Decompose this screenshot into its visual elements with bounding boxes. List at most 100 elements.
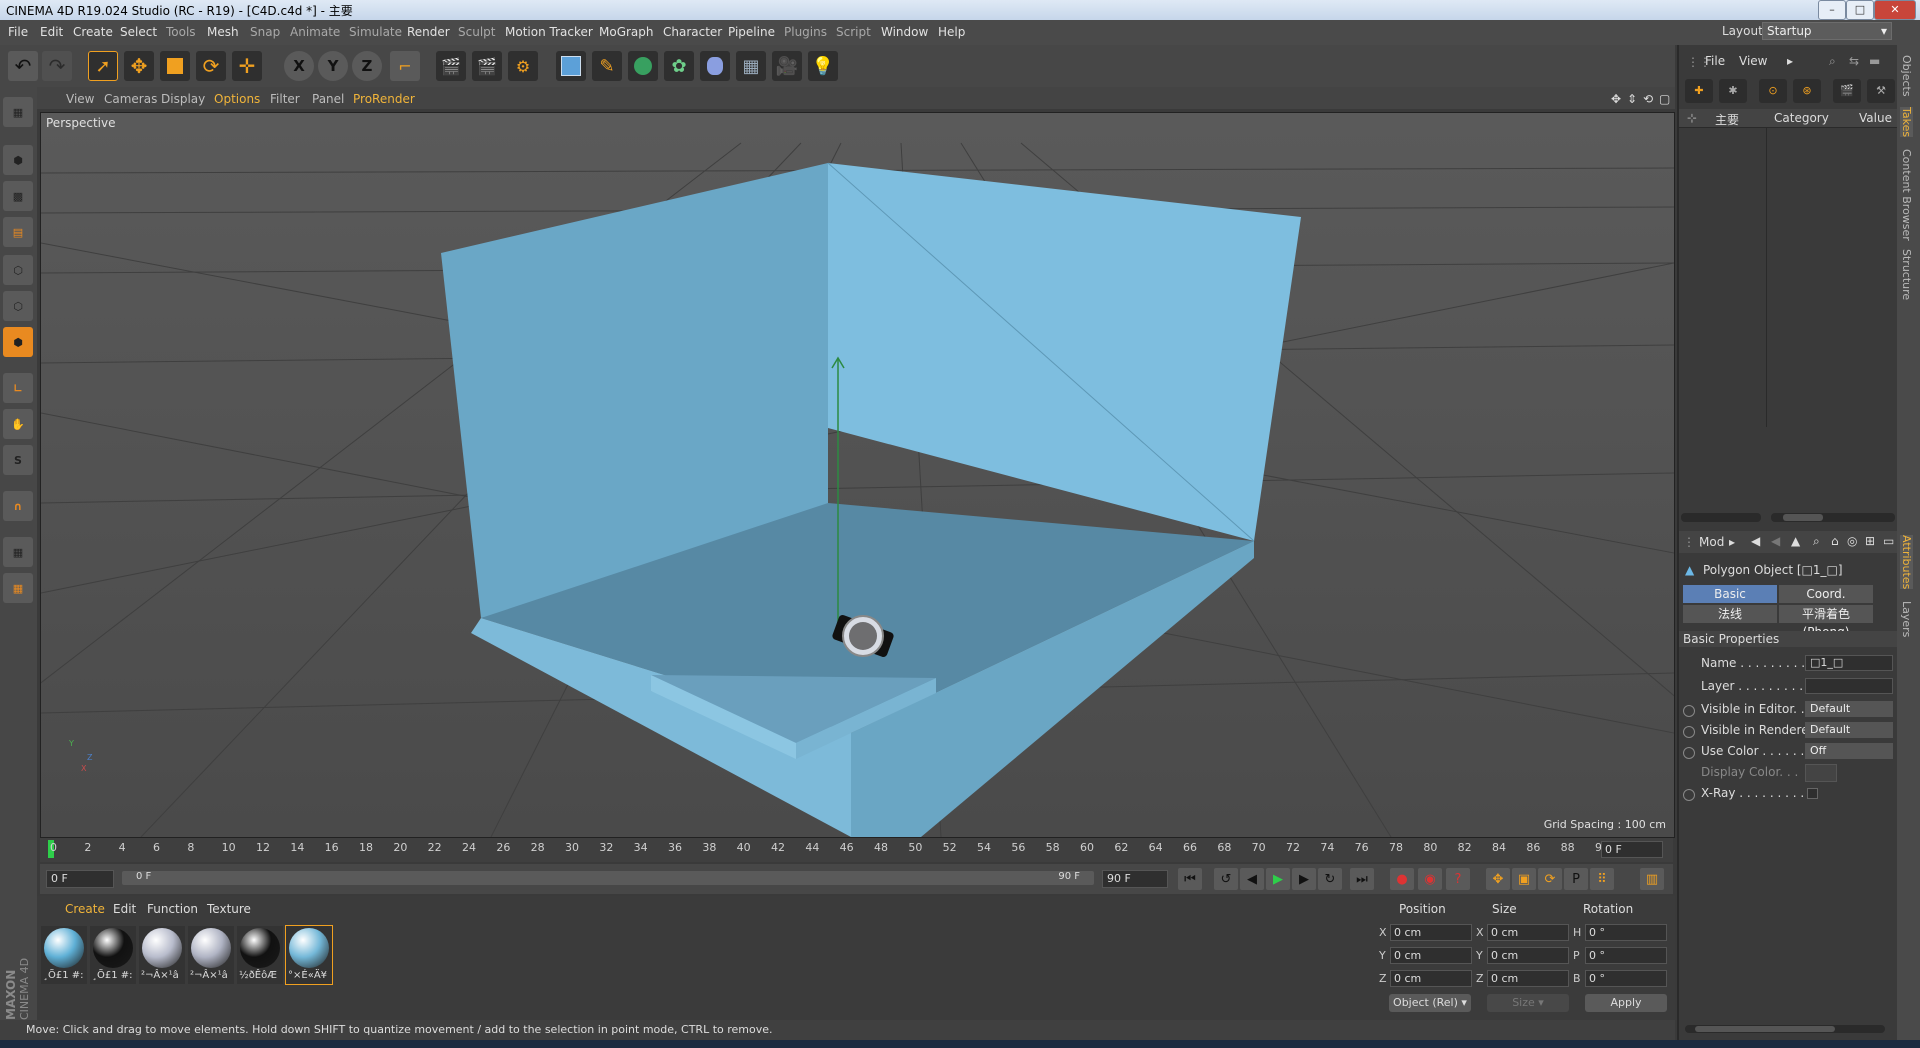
attributes-mode-menu[interactable]: Mod [1699, 535, 1724, 549]
x-axis-lock-button[interactable]: X [284, 51, 314, 81]
x-ray-checkbox[interactable] [1807, 788, 1818, 799]
search-icon[interactable]: ⌕ [1829, 54, 1836, 69]
viewport-menu-prorender[interactable]: ProRender [353, 92, 415, 106]
display-color-swatch[interactable] [1805, 764, 1837, 782]
render-view-button[interactable]: 🎬 [436, 51, 466, 81]
close-button[interactable]: ✕ [1874, 0, 1916, 20]
menu-render[interactable]: Render [407, 25, 450, 39]
live-selection-button[interactable]: ➚ [88, 51, 118, 81]
scale-tool-button[interactable] [160, 51, 190, 81]
magnet-button[interactable]: ∩ [3, 491, 33, 521]
link-icon[interactable]: ⇆ [1849, 54, 1859, 68]
prop-layer-field[interactable] [1805, 678, 1893, 694]
takes-horizontal-scrollbar[interactable] [1681, 513, 1761, 522]
new-attributes-icon[interactable]: ◎ [1847, 534, 1857, 548]
material-swatch[interactable]: ²¬Â×¹â [188, 926, 234, 984]
take-render-button[interactable]: 🎬 [1833, 79, 1861, 103]
more-arrow-icon[interactable]: ▸ [1787, 54, 1793, 68]
layout-select[interactable]: Startup ▾ [1762, 22, 1892, 40]
side-tab-objects[interactable]: Objects [1900, 55, 1913, 97]
back-arrow-icon[interactable]: ◀ [1751, 534, 1760, 548]
prop-visible-editor-select[interactable]: Default [1805, 701, 1893, 717]
viewport-menu-display[interactable]: Display [161, 92, 205, 106]
viewport-move-icon[interactable]: ✥ [1611, 92, 1621, 106]
key-parameter-button[interactable]: P [1564, 868, 1588, 890]
prop-visible-renderer-select[interactable]: Default [1805, 722, 1893, 738]
subdivision-button[interactable] [628, 51, 658, 81]
lock-workplane-button[interactable]: ▦ [3, 537, 33, 567]
keyframe-selection-button[interactable]: ? [1446, 868, 1470, 890]
previous-key-button[interactable]: ↺ [1214, 868, 1238, 890]
side-tab-structure[interactable]: Structure [1900, 249, 1913, 300]
override-button[interactable]: ⊙ [1759, 79, 1787, 103]
floor-button[interactable]: ▦ [736, 51, 766, 81]
menu-window[interactable]: Window [881, 25, 928, 39]
side-tab-attributes[interactable]: Attributes [1900, 535, 1913, 590]
tab-basic[interactable]: Basic [1683, 585, 1777, 603]
menu-pipeline[interactable]: Pipeline [728, 25, 775, 39]
material-swatch[interactable]: ¸Õ£1 #: [90, 926, 136, 984]
attributes-settings-icon[interactable]: ⊞ [1865, 534, 1875, 548]
object-menu-view[interactable]: View [1739, 54, 1767, 68]
material-swatch[interactable]: ²¬Â×¹â [139, 926, 185, 984]
size-mode-select[interactable]: Size ▾ [1487, 994, 1569, 1012]
timeline-window-button[interactable]: ▥ [1640, 868, 1664, 890]
forward-arrow-icon[interactable]: ◀ [1771, 534, 1780, 548]
menu-plugins[interactable]: Plugins [784, 25, 827, 39]
points-mode-button[interactable]: ⬡ [3, 255, 33, 285]
autokey-button[interactable]: ◉ [1418, 868, 1442, 890]
edges-mode-button[interactable]: ⬡ [3, 291, 33, 321]
y-axis-lock-button[interactable]: Y [318, 51, 348, 81]
menu-help[interactable]: Help [938, 25, 965, 39]
previous-frame-button[interactable]: ◀ [1240, 868, 1264, 890]
maximize-button[interactable]: □ [1846, 0, 1874, 20]
material-swatch[interactable]: ¸Õ£1 #: [41, 926, 87, 984]
size-z-field[interactable]: 0 cm [1487, 970, 1569, 987]
z-axis-lock-button[interactable]: Z [352, 51, 382, 81]
menu-character[interactable]: Character [663, 25, 722, 39]
go-to-start-button[interactable]: ⏮ [1178, 868, 1202, 890]
pos-y-field[interactable]: 0 cm [1390, 947, 1472, 964]
menu-snap[interactable]: Snap [250, 25, 280, 39]
prop-name-field[interactable]: □1_□ [1805, 655, 1893, 671]
end-frame-field[interactable]: 90 F [1102, 870, 1168, 888]
rot-h-field[interactable]: 0 ° [1585, 924, 1667, 941]
menu-select[interactable]: Select [120, 25, 157, 39]
prop-use-color-select[interactable]: Off [1805, 743, 1893, 759]
x-ray-radio[interactable] [1683, 789, 1695, 801]
takes-record-button[interactable]: ✚ [1685, 79, 1713, 103]
rot-p-field[interactable]: 0 ° [1585, 947, 1667, 964]
workplane-mode-button[interactable]: ▤ [3, 217, 33, 247]
recent-tool-button[interactable]: ✛ [232, 51, 262, 81]
up-arrow-icon[interactable]: ▲ [1791, 534, 1800, 548]
viewport-zoom-icon[interactable]: ⇕ [1627, 92, 1637, 106]
visible-renderer-radio[interactable] [1683, 726, 1695, 738]
tab-phong[interactable]: 平滑着色(Phong) [1779, 605, 1873, 639]
tab-normals[interactable]: 法线 [1683, 605, 1777, 623]
apply-button[interactable]: Apply [1585, 994, 1667, 1012]
values-horizontal-scrollbar[interactable] [1771, 513, 1895, 522]
start-frame-field[interactable]: 0 F [46, 870, 114, 888]
planar-workplane-button[interactable]: ▦ [3, 573, 33, 603]
move-tool-button[interactable]: ✥ [124, 51, 154, 81]
polygons-mode-button[interactable]: ⬢ [3, 327, 33, 357]
menu-animate[interactable]: Animate [290, 25, 340, 39]
pos-z-field[interactable]: 0 cm [1390, 970, 1472, 987]
coordinate-mode-select[interactable]: Object (Rel) ▾ [1389, 994, 1471, 1012]
menu-script[interactable]: Script [836, 25, 871, 39]
material-swatch[interactable]: °×É«Ä¥ [285, 925, 333, 985]
record-button[interactable]: ● [1390, 868, 1414, 890]
side-tab-content-browser[interactable]: Content Browser [1900, 149, 1913, 241]
cloner-button[interactable]: ✿ [664, 51, 694, 81]
menu-motion-tracker[interactable]: Motion Tracker [505, 25, 593, 39]
material-menu-function[interactable]: Function [147, 902, 198, 916]
override-group-button[interactable]: ⊛ [1793, 79, 1821, 103]
rot-b-field[interactable]: 0 ° [1585, 970, 1667, 987]
tab-coord[interactable]: Coord. [1779, 585, 1873, 603]
menu-mograph[interactable]: MoGraph [599, 25, 654, 39]
menu-simulate[interactable]: Simulate [349, 25, 402, 39]
viewport-maximize-icon[interactable]: ▢ [1659, 92, 1670, 106]
menu-sculpt[interactable]: Sculpt [458, 25, 495, 39]
undo-button[interactable]: ↶ [8, 51, 38, 81]
viewport-menu-cameras[interactable]: Cameras [104, 92, 157, 106]
